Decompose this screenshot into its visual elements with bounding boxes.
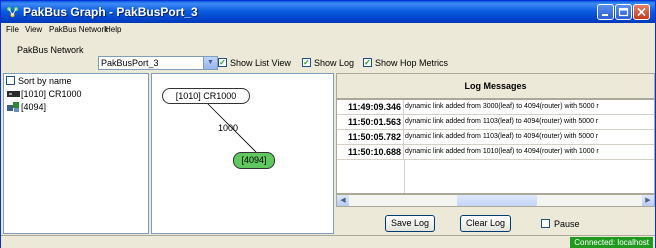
log-time: 11:50:05.782 [337,130,404,144]
log-row[interactable]: 11:49:09.346 dynamic link added from 300… [337,100,654,115]
show-list-view-label[interactable]: Show List View [230,58,291,68]
close-icon [637,7,646,17]
network-graph-panel: [1010] CR1000 1000 [4094] [151,73,334,234]
toolbar: PakBus Network PakBusPort_3 ▼ ✓ Show Lis… [1,37,655,70]
close-button[interactable] [633,4,650,20]
pause-checkbox[interactable] [541,219,550,228]
show-list-view-checkbox[interactable]: ✓ [218,58,227,67]
link-label: 1000 [218,123,239,133]
column-divider [404,160,405,193]
scroll-left-icon[interactable]: ◀ [337,195,349,206]
graph-node-4094[interactable]: [4094] [233,152,275,169]
show-hop-metrics-label[interactable]: Show Hop Metrics [375,58,448,68]
network-graph-icon [6,6,19,18]
save-log-button[interactable]: Save Log [385,215,435,232]
log-messages-header: Log Messages [336,73,655,99]
maximize-button[interactable] [615,4,632,20]
network-select[interactable]: PakBusPort_3 ▼ [98,56,218,70]
graph-node-cr1000[interactable]: [1010] CR1000 [162,88,250,104]
show-hop-metrics-checkbox[interactable]: ✓ [363,58,372,67]
log-row[interactable]: 11:50:10.688 dynamic link added from 101… [337,145,654,160]
log-row[interactable]: 11:50:01.563 dynamic link added from 110… [337,115,654,130]
station-list-panel: Sort by name [1010] CR1000 [4094] [3,73,149,234]
show-log-checkbox[interactable]: ✓ [302,58,311,67]
log-time: 11:50:01.563 [337,115,404,129]
scroll-right-icon[interactable]: ▶ [642,195,654,206]
clear-log-button[interactable]: Clear Log [460,215,511,232]
chevron-down-icon[interactable]: ▼ [203,57,217,69]
maximize-icon [618,7,629,17]
list-item[interactable]: [1010] CR1000 [21,89,82,99]
log-time: 11:49:09.346 [337,100,404,114]
router-icon [7,102,19,112]
log-message: dynamic link added from 1103(leaf) to 40… [405,133,599,140]
menu-file[interactable]: File [6,25,19,34]
log-message: dynamic link added from 1010(leaf) to 40… [405,148,599,155]
sort-by-name-label[interactable]: Sort by name [18,76,72,86]
window-title: PakBus Graph - PakBusPort_3 [23,5,198,19]
network-label: PakBus Network [17,45,84,55]
minimize-icon [602,14,608,16]
log-horizontal-scrollbar[interactable]: ◀ ▶ [336,194,655,207]
log-time: 11:50:10.688 [337,145,404,159]
title-bar[interactable]: PakBus Graph - PakBusPort_3 [1,1,655,23]
list-item[interactable]: [4094] [21,102,46,112]
datalogger-icon [7,91,20,97]
show-log-label[interactable]: Show Log [314,58,354,68]
menu-bar: File View PakBus Network Help [1,23,655,37]
status-bar: Connected: localhost [1,235,655,248]
app-window: PakBus Graph - PakBusPort_3 File View Pa… [0,0,656,248]
network-select-value: PakBusPort_3 [101,58,159,68]
log-message: dynamic link added from 1103(leaf) to 40… [405,118,599,125]
pause-label[interactable]: Pause [554,219,580,229]
log-messages-table: 11:49:09.346 dynamic link added from 300… [336,99,655,194]
connection-status: Connected: localhost [570,237,653,248]
menu-help[interactable]: Help [105,25,121,34]
menu-pakbus-network[interactable]: PakBus Network [49,25,108,34]
menu-view[interactable]: View [25,25,42,34]
log-row[interactable]: 11:50:05.782 dynamic link added from 110… [337,130,654,145]
minimize-button[interactable] [597,4,614,20]
sort-by-name-checkbox[interactable] [6,76,15,85]
scrollbar-thumb[interactable] [457,195,537,206]
log-message: dynamic link added from 3000(leaf) to 40… [405,103,599,110]
